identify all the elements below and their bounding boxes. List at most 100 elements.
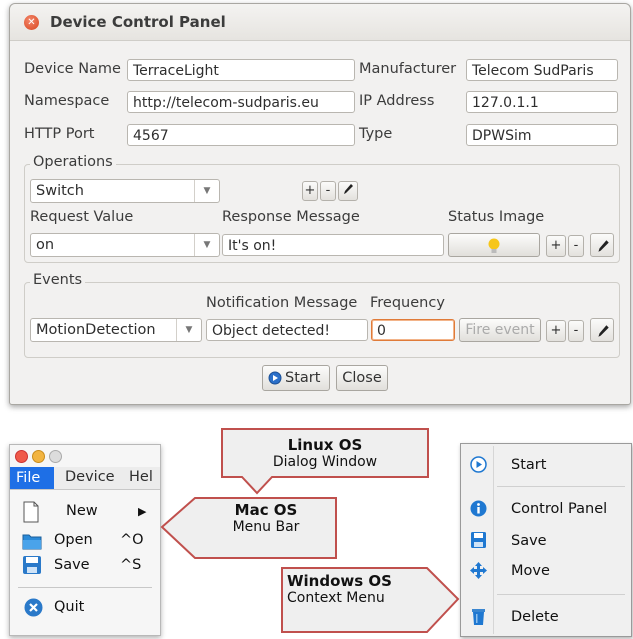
ip-address-label: IP Address bbox=[359, 93, 435, 109]
ip-address-field[interactable]: 127.0.1.1 bbox=[466, 91, 618, 113]
menu-item-quit[interactable]: Quit bbox=[22, 597, 154, 621]
menu-item-save[interactable]: Save ^S bbox=[22, 555, 154, 579]
floppy-disk-icon bbox=[23, 556, 41, 574]
floppy-disk-icon bbox=[471, 532, 486, 548]
menu-item-save-label: Save bbox=[54, 557, 90, 573]
linux-callout-subtitle: Dialog Window bbox=[272, 454, 378, 470]
operations-title: Operations bbox=[30, 154, 116, 170]
device-name-field[interactable]: TerraceLight bbox=[127, 59, 355, 81]
linux-callout: Linux OS Dialog Window bbox=[222, 436, 428, 470]
request-value-select[interactable]: on ▼ bbox=[30, 233, 220, 257]
add-event-button[interactable]: + bbox=[546, 320, 566, 342]
plus-label: + bbox=[550, 238, 562, 253]
light-bulb-icon bbox=[488, 238, 500, 253]
manufacturer-field[interactable]: Telecom SudParis bbox=[466, 59, 618, 81]
pencil-icon bbox=[598, 240, 609, 252]
context-item-move-label: Move bbox=[511, 563, 550, 579]
context-item-save-label: Save bbox=[511, 533, 547, 549]
status-image-button[interactable] bbox=[448, 233, 540, 257]
close-button[interactable]: Close bbox=[336, 365, 388, 391]
menu-device[interactable]: Device bbox=[65, 469, 115, 485]
context-item-start[interactable]: Start bbox=[461, 452, 631, 478]
context-item-delete[interactable]: Delete bbox=[461, 604, 631, 630]
request-value-select-value: on bbox=[36, 237, 55, 253]
notification-message-field[interactable]: Object detected! bbox=[206, 319, 368, 341]
remove-operation-button[interactable]: - bbox=[320, 181, 336, 201]
menu-divider bbox=[497, 594, 625, 595]
context-item-control-panel-label: Control Panel bbox=[511, 501, 608, 517]
title-bar: ✕ Device Control Panel bbox=[10, 4, 630, 41]
request-value-label: Request Value bbox=[30, 209, 134, 225]
event-select[interactable]: MotionDetection ▼ bbox=[30, 318, 202, 342]
minus-label: - bbox=[573, 323, 579, 338]
notification-message-label: Notification Message bbox=[206, 295, 358, 311]
add-response-button[interactable]: + bbox=[546, 235, 566, 257]
device-name-label: Device Name bbox=[24, 61, 121, 77]
quit-icon bbox=[24, 598, 43, 617]
menu-item-open[interactable]: Open ^O bbox=[22, 530, 154, 554]
context-item-move[interactable]: Move bbox=[461, 558, 631, 584]
edit-event-button[interactable] bbox=[590, 318, 614, 342]
plus-label: + bbox=[550, 323, 562, 338]
mac-close-icon[interactable] bbox=[15, 450, 28, 463]
http-port-field[interactable]: 4567 bbox=[127, 124, 355, 146]
add-operation-button[interactable]: + bbox=[302, 181, 318, 201]
chevron-down-icon: ▼ bbox=[194, 234, 219, 256]
dialog-title: Device Control Panel bbox=[50, 13, 226, 31]
manufacturer-label: Manufacturer bbox=[359, 61, 457, 77]
menu-item-open-label: Open bbox=[54, 532, 93, 548]
pencil-icon bbox=[344, 184, 353, 194]
menu-divider bbox=[18, 587, 152, 588]
move-arrows-icon bbox=[470, 562, 487, 579]
menu-item-new-label: New bbox=[66, 503, 98, 519]
windows-context-menu: Start Control Panel Save Move Delete bbox=[460, 443, 632, 637]
mac-minimize-icon[interactable] bbox=[32, 450, 45, 463]
remove-response-button[interactable]: - bbox=[568, 235, 584, 257]
mac-menu-bar: File Device Hel bbox=[10, 467, 160, 490]
start-button[interactable]: Start bbox=[262, 365, 330, 391]
response-message-field[interactable]: It's on! bbox=[222, 234, 444, 256]
menu-item-save-shortcut: ^S bbox=[120, 557, 142, 573]
frequency-field[interactable]: 0 bbox=[371, 319, 455, 341]
submenu-arrow-icon: ▶ bbox=[138, 505, 147, 518]
remove-event-button[interactable]: - bbox=[568, 320, 584, 342]
pencil-icon bbox=[598, 325, 609, 337]
type-label: Type bbox=[359, 126, 393, 142]
close-window-icon[interactable]: ✕ bbox=[24, 15, 39, 30]
context-item-delete-label: Delete bbox=[511, 609, 559, 625]
status-image-label: Status Image bbox=[448, 209, 545, 225]
context-item-save[interactable]: Save bbox=[461, 528, 631, 554]
namespace-label: Namespace bbox=[24, 93, 110, 109]
windows-callout: Windows OS Context Menu bbox=[287, 572, 429, 606]
trash-icon bbox=[472, 609, 485, 625]
edit-operation-button[interactable] bbox=[338, 181, 358, 201]
windows-callout-title: Windows OS bbox=[287, 572, 392, 590]
windows-callout-subtitle: Context Menu bbox=[287, 590, 385, 606]
chevron-down-icon: ▼ bbox=[176, 319, 201, 341]
menu-item-quit-label: Quit bbox=[54, 599, 85, 615]
operation-select[interactable]: Switch ▼ bbox=[30, 179, 220, 203]
mac-callout-title: Mac OS bbox=[234, 501, 298, 519]
mac-callout-subtitle: Menu Bar bbox=[232, 519, 300, 535]
mac-callout: Mac OS Menu Bar bbox=[196, 501, 336, 535]
frequency-label: Frequency bbox=[370, 295, 445, 311]
fire-event-button[interactable]: Fire event bbox=[459, 318, 541, 342]
menu-help[interactable]: Hel bbox=[129, 469, 153, 485]
edit-response-button[interactable] bbox=[590, 233, 614, 257]
menu-file[interactable]: File bbox=[10, 467, 54, 489]
type-field[interactable]: DPWSim bbox=[466, 124, 618, 146]
context-item-start-label: Start bbox=[511, 457, 547, 473]
event-select-value: MotionDetection bbox=[36, 322, 156, 338]
minus-label: - bbox=[573, 238, 579, 253]
folder-icon bbox=[22, 534, 42, 550]
start-label: Start bbox=[285, 370, 321, 386]
response-message-label: Response Message bbox=[222, 209, 360, 225]
http-port-label: HTTP Port bbox=[24, 126, 95, 142]
context-item-control-panel[interactable]: Control Panel bbox=[461, 496, 631, 522]
menu-divider bbox=[497, 486, 625, 487]
namespace-field[interactable]: http://telecom-sudparis.eu bbox=[127, 91, 355, 113]
menu-item-new[interactable]: New ▶ bbox=[22, 501, 154, 525]
info-icon bbox=[470, 500, 487, 517]
mac-zoom-icon[interactable] bbox=[49, 450, 62, 463]
operation-select-value: Switch bbox=[36, 183, 84, 199]
